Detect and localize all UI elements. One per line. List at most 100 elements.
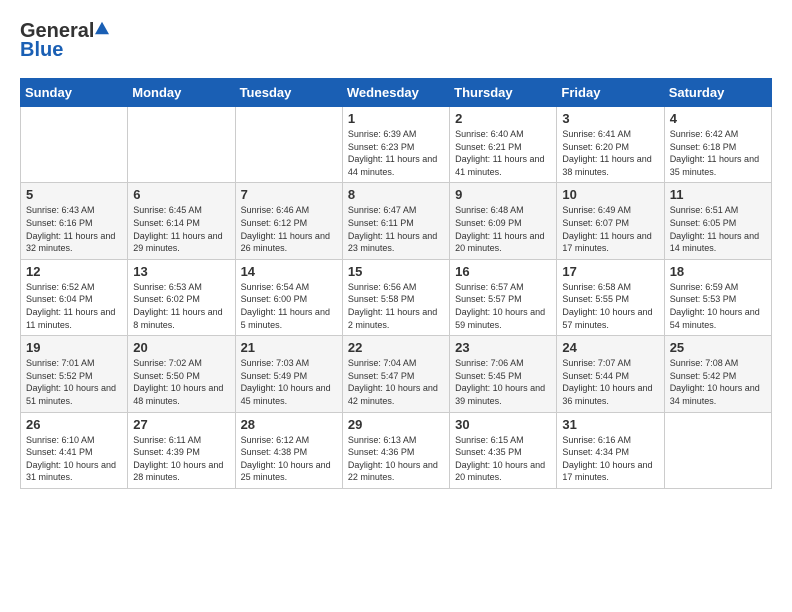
calendar-week-row: 19 Sunrise: 7:01 AM Sunset: 5:52 PM Dayli… bbox=[21, 336, 772, 412]
calendar-cell: 21 Sunrise: 7:03 AM Sunset: 5:49 PM Dayli… bbox=[235, 336, 342, 412]
day-number: 23 bbox=[455, 340, 551, 355]
day-info: Sunrise: 6:10 AM Sunset: 4:41 PM Dayligh… bbox=[26, 434, 122, 484]
day-info: Sunrise: 6:43 AM Sunset: 6:16 PM Dayligh… bbox=[26, 204, 122, 254]
day-number: 2 bbox=[455, 111, 551, 126]
calendar-cell: 22 Sunrise: 7:04 AM Sunset: 5:47 PM Dayli… bbox=[342, 336, 449, 412]
day-number: 9 bbox=[455, 187, 551, 202]
day-info: Sunrise: 6:49 AM Sunset: 6:07 PM Dayligh… bbox=[562, 204, 658, 254]
day-info: Sunrise: 6:54 AM Sunset: 6:00 PM Dayligh… bbox=[241, 281, 337, 331]
day-number: 18 bbox=[670, 264, 766, 279]
calendar-cell: 2 Sunrise: 6:40 AM Sunset: 6:21 PM Daylig… bbox=[450, 107, 557, 183]
day-info: Sunrise: 6:53 AM Sunset: 6:02 PM Dayligh… bbox=[133, 281, 229, 331]
calendar-cell: 24 Sunrise: 7:07 AM Sunset: 5:44 PM Dayli… bbox=[557, 336, 664, 412]
weekday-header: Wednesday bbox=[342, 79, 449, 107]
calendar-cell: 26 Sunrise: 6:10 AM Sunset: 4:41 PM Dayli… bbox=[21, 412, 128, 488]
logo: General Blue bbox=[20, 20, 109, 62]
day-info: Sunrise: 6:47 AM Sunset: 6:11 PM Dayligh… bbox=[348, 204, 444, 254]
day-number: 14 bbox=[241, 264, 337, 279]
day-info: Sunrise: 7:04 AM Sunset: 5:47 PM Dayligh… bbox=[348, 357, 444, 407]
weekday-header: Thursday bbox=[450, 79, 557, 107]
day-number: 21 bbox=[241, 340, 337, 355]
calendar-cell: 13 Sunrise: 6:53 AM Sunset: 6:02 PM Dayli… bbox=[128, 259, 235, 335]
calendar-cell: 1Sunrise: 6:39 AM Sunset: 6:23 PM Daylig… bbox=[342, 107, 449, 183]
calendar-cell: 25 Sunrise: 7:08 AM Sunset: 5:42 PM Dayli… bbox=[664, 336, 771, 412]
calendar-cell: 30Sunrise: 6:15 AM Sunset: 4:35 PM Dayli… bbox=[450, 412, 557, 488]
day-info: Sunrise: 7:01 AM Sunset: 5:52 PM Dayligh… bbox=[26, 357, 122, 407]
day-number: 4 bbox=[670, 111, 766, 126]
weekday-header: Monday bbox=[128, 79, 235, 107]
day-info: Sunrise: 7:07 AM Sunset: 5:44 PM Dayligh… bbox=[562, 357, 658, 407]
day-number: 11 bbox=[670, 187, 766, 202]
day-number: 26 bbox=[26, 417, 122, 432]
calendar-cell: 15 Sunrise: 6:56 AM Sunset: 5:58 PM Dayli… bbox=[342, 259, 449, 335]
calendar-cell: 16 Sunrise: 6:57 AM Sunset: 5:57 PM Dayli… bbox=[450, 259, 557, 335]
day-number: 24 bbox=[562, 340, 658, 355]
calendar-cell: 6 Sunrise: 6:45 AM Sunset: 6:14 PM Daylig… bbox=[128, 183, 235, 259]
day-info: Sunrise: 6:39 AM Sunset: 6:23 PM Dayligh… bbox=[348, 128, 444, 178]
day-info: Sunrise: 6:57 AM Sunset: 5:57 PM Dayligh… bbox=[455, 281, 551, 331]
calendar-week-row: 5 Sunrise: 6:43 AM Sunset: 6:16 PM Daylig… bbox=[21, 183, 772, 259]
calendar-cell bbox=[21, 107, 128, 183]
day-info: Sunrise: 6:11 AM Sunset: 4:39 PM Dayligh… bbox=[133, 434, 229, 484]
calendar-cell: 14 Sunrise: 6:54 AM Sunset: 6:00 PM Dayli… bbox=[235, 259, 342, 335]
day-info: Sunrise: 6:51 AM Sunset: 6:05 PM Dayligh… bbox=[670, 204, 766, 254]
day-number: 22 bbox=[348, 340, 444, 355]
day-info: Sunrise: 7:06 AM Sunset: 5:45 PM Dayligh… bbox=[455, 357, 551, 407]
day-number: 12 bbox=[26, 264, 122, 279]
calendar-cell: 31Sunrise: 6:16 AM Sunset: 4:34 PM Dayli… bbox=[557, 412, 664, 488]
day-number: 25 bbox=[670, 340, 766, 355]
calendar-cell: 11 Sunrise: 6:51 AM Sunset: 6:05 PM Dayli… bbox=[664, 183, 771, 259]
calendar-cell: 4 Sunrise: 6:42 AM Sunset: 6:18 PM Daylig… bbox=[664, 107, 771, 183]
calendar-cell: 7 Sunrise: 6:46 AM Sunset: 6:12 PM Daylig… bbox=[235, 183, 342, 259]
day-info: Sunrise: 6:42 AM Sunset: 6:18 PM Dayligh… bbox=[670, 128, 766, 178]
day-info: Sunrise: 7:03 AM Sunset: 5:49 PM Dayligh… bbox=[241, 357, 337, 407]
day-info: Sunrise: 6:46 AM Sunset: 6:12 PM Dayligh… bbox=[241, 204, 337, 254]
day-number: 5 bbox=[26, 187, 122, 202]
day-info: Sunrise: 6:45 AM Sunset: 6:14 PM Dayligh… bbox=[133, 204, 229, 254]
day-number: 29 bbox=[348, 417, 444, 432]
day-info: Sunrise: 6:41 AM Sunset: 6:20 PM Dayligh… bbox=[562, 128, 658, 178]
day-info: Sunrise: 6:40 AM Sunset: 6:21 PM Dayligh… bbox=[455, 128, 551, 178]
calendar-cell: 9 Sunrise: 6:48 AM Sunset: 6:09 PM Daylig… bbox=[450, 183, 557, 259]
day-number: 8 bbox=[348, 187, 444, 202]
logo-blue-word: Blue bbox=[20, 39, 63, 62]
day-info: Sunrise: 7:02 AM Sunset: 5:50 PM Dayligh… bbox=[133, 357, 229, 407]
day-info: Sunrise: 6:13 AM Sunset: 4:36 PM Dayligh… bbox=[348, 434, 444, 484]
calendar-cell: 18 Sunrise: 6:59 AM Sunset: 5:53 PM Dayli… bbox=[664, 259, 771, 335]
day-number: 28 bbox=[241, 417, 337, 432]
day-number: 19 bbox=[26, 340, 122, 355]
day-number: 6 bbox=[133, 187, 229, 202]
calendar-cell: 12 Sunrise: 6:52 AM Sunset: 6:04 PM Dayli… bbox=[21, 259, 128, 335]
calendar-header-row: SundayMondayTuesdayWednesdayThursdayFrid… bbox=[21, 79, 772, 107]
day-info: Sunrise: 6:56 AM Sunset: 5:58 PM Dayligh… bbox=[348, 281, 444, 331]
calendar-cell: 20Sunrise: 7:02 AM Sunset: 5:50 PM Dayli… bbox=[128, 336, 235, 412]
day-info: Sunrise: 6:48 AM Sunset: 6:09 PM Dayligh… bbox=[455, 204, 551, 254]
calendar-cell: 3 Sunrise: 6:41 AM Sunset: 6:20 PM Daylig… bbox=[557, 107, 664, 183]
day-number: 30 bbox=[455, 417, 551, 432]
calendar-cell: 10 Sunrise: 6:49 AM Sunset: 6:07 PM Dayli… bbox=[557, 183, 664, 259]
day-info: Sunrise: 6:58 AM Sunset: 5:55 PM Dayligh… bbox=[562, 281, 658, 331]
calendar-table: SundayMondayTuesdayWednesdayThursdayFrid… bbox=[20, 78, 772, 489]
day-info: Sunrise: 7:08 AM Sunset: 5:42 PM Dayligh… bbox=[670, 357, 766, 407]
calendar-cell: 23 Sunrise: 7:06 AM Sunset: 5:45 PM Dayli… bbox=[450, 336, 557, 412]
calendar-cell bbox=[128, 107, 235, 183]
calendar-cell bbox=[235, 107, 342, 183]
calendar-cell: 8 Sunrise: 6:47 AM Sunset: 6:11 PM Daylig… bbox=[342, 183, 449, 259]
day-number: 10 bbox=[562, 187, 658, 202]
day-number: 16 bbox=[455, 264, 551, 279]
weekday-header: Tuesday bbox=[235, 79, 342, 107]
weekday-header: Friday bbox=[557, 79, 664, 107]
calendar-cell: 27Sunrise: 6:11 AM Sunset: 4:39 PM Dayli… bbox=[128, 412, 235, 488]
day-number: 7 bbox=[241, 187, 337, 202]
calendar-cell: 28 Sunrise: 6:12 AM Sunset: 4:38 PM Dayli… bbox=[235, 412, 342, 488]
page-header: General Blue bbox=[20, 20, 772, 62]
calendar-cell: 19 Sunrise: 7:01 AM Sunset: 5:52 PM Dayli… bbox=[21, 336, 128, 412]
day-info: Sunrise: 6:52 AM Sunset: 6:04 PM Dayligh… bbox=[26, 281, 122, 331]
day-number: 3 bbox=[562, 111, 658, 126]
calendar-week-row: 1Sunrise: 6:39 AM Sunset: 6:23 PM Daylig… bbox=[21, 107, 772, 183]
day-info: Sunrise: 6:16 AM Sunset: 4:34 PM Dayligh… bbox=[562, 434, 658, 484]
day-number: 13 bbox=[133, 264, 229, 279]
day-info: Sunrise: 6:12 AM Sunset: 4:38 PM Dayligh… bbox=[241, 434, 337, 484]
day-number: 15 bbox=[348, 264, 444, 279]
day-info: Sunrise: 6:59 AM Sunset: 5:53 PM Dayligh… bbox=[670, 281, 766, 331]
